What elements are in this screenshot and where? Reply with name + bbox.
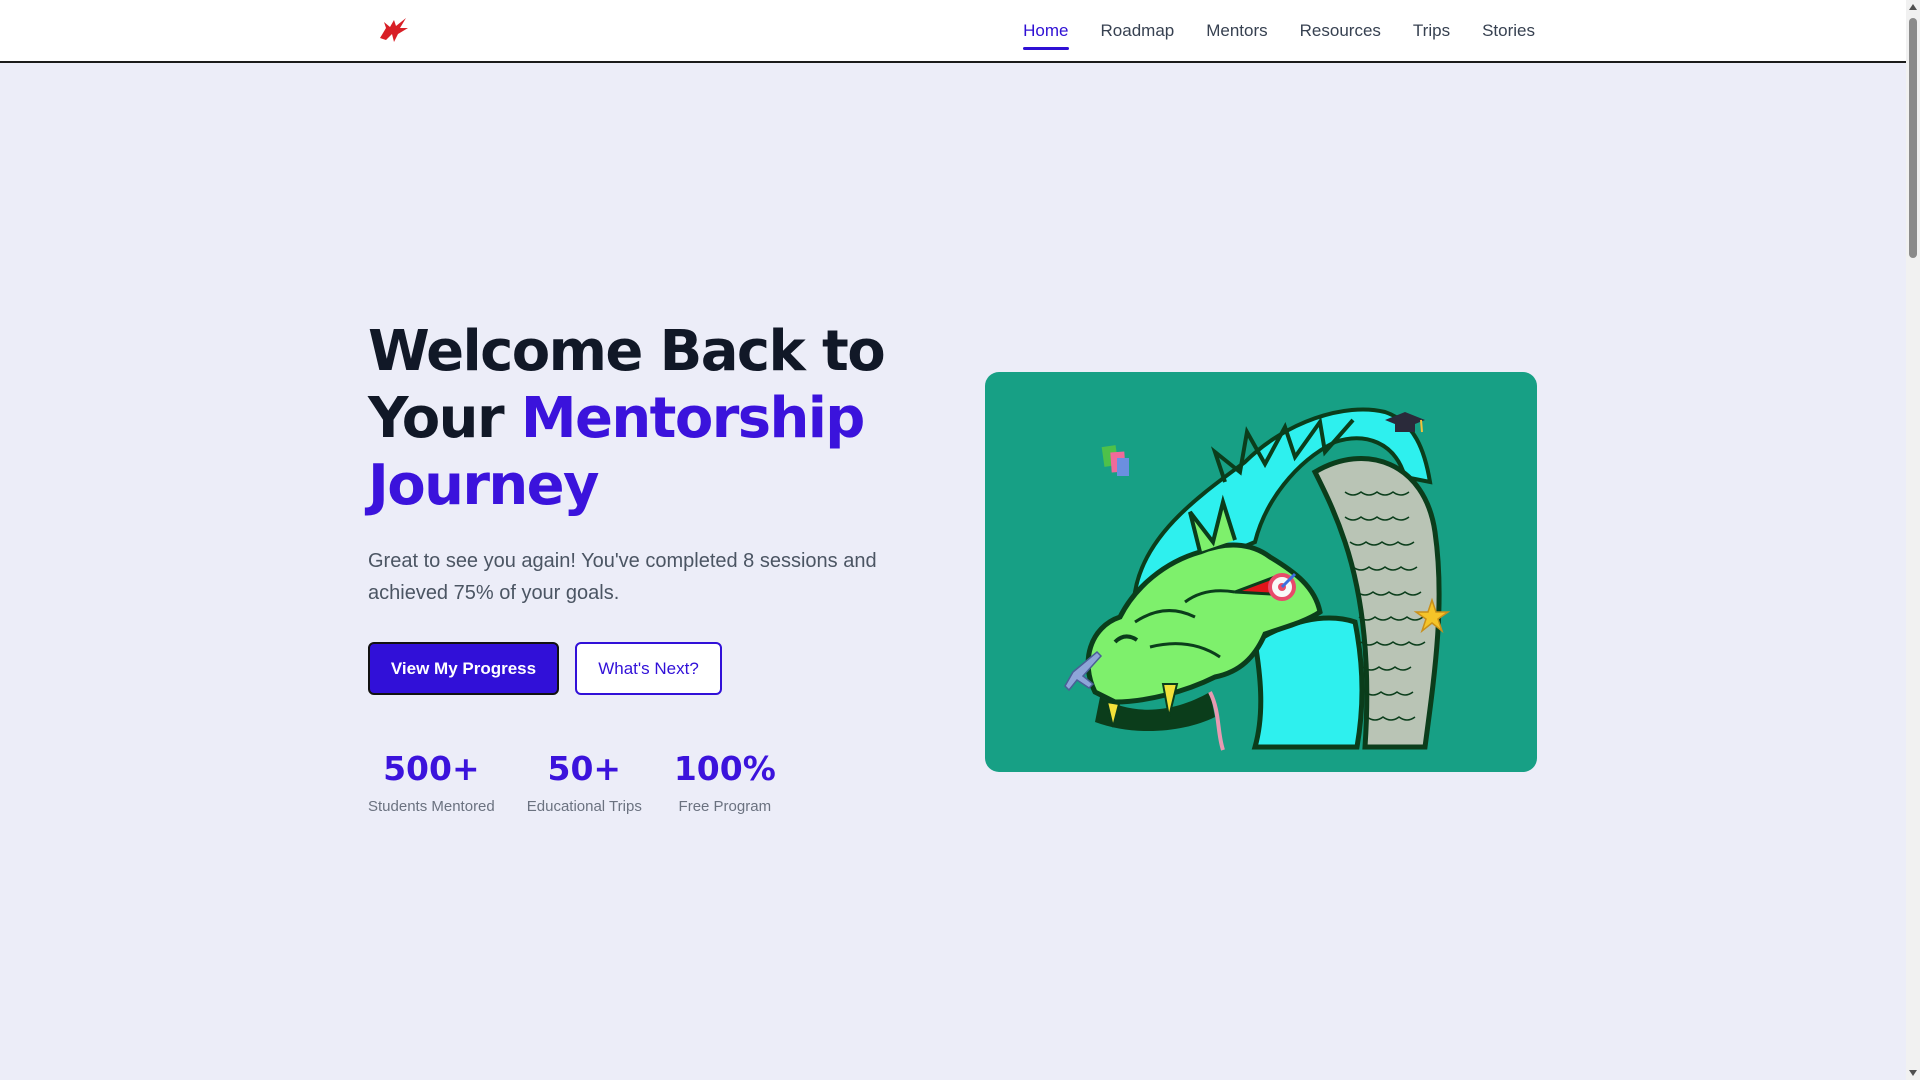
headline-line-2-prefix: Your — [368, 386, 521, 451]
whats-next-button[interactable]: What's Next? — [575, 642, 722, 695]
headline-line-1: Welcome Back to — [368, 319, 886, 384]
hero-headline: Welcome Back to Your Mentorship Journey — [368, 318, 928, 519]
scroll-up-arrow-icon[interactable] — [1909, 4, 1917, 10]
dragon-illustration-icon — [1064, 407, 1451, 751]
view-progress-button[interactable]: View My Progress — [368, 642, 559, 695]
page-scrollbar[interactable] — [1906, 0, 1920, 1080]
nav-item-roadmap[interactable]: Roadmap — [1101, 0, 1175, 62]
books-icon — [1101, 445, 1129, 476]
stat-label: Educational Trips — [526, 798, 642, 815]
stat-value: 500+ — [383, 749, 480, 788]
nav-item-mentors[interactable]: Mentors — [1206, 0, 1267, 62]
headline-accent-mentorship: Mentorship — [520, 386, 866, 451]
nav-item-resources[interactable]: Resources — [1300, 0, 1381, 62]
hero-buttons: View My Progress What's Next? — [368, 642, 722, 695]
hero-subtitle: Great to see you again! You've completed… — [368, 550, 877, 604]
stat-label: Students Mentored — [368, 798, 495, 815]
scroll-thumb[interactable] — [1909, 18, 1917, 258]
dragon-illustration — [985, 372, 1537, 772]
nav-item-home[interactable]: Home — [1023, 0, 1069, 62]
hero-section: Welcome Back to Your Mentorship Journey … — [368, 318, 928, 609]
target-icon — [1268, 572, 1297, 601]
top-navigation-bar: Home Roadmap Mentors Resources Trips Sto… — [0, 0, 1906, 63]
headline-accent-journey: Journey — [368, 453, 600, 518]
stat-label: Free Program — [678, 798, 772, 815]
stat-free: 100% Free Program — [674, 748, 776, 815]
stat-students: 500+ Students Mentored — [368, 748, 495, 815]
stat-value: 50+ — [547, 749, 622, 788]
stat-trips: 50+ Educational Trips — [527, 748, 642, 815]
main-nav: Home Roadmap Mentors Resources Trips Sto… — [991, 0, 1535, 62]
dragon-logo-icon[interactable] — [378, 16, 410, 44]
nav-item-trips[interactable]: Trips — [1413, 0, 1450, 62]
stat-value: 100% — [673, 749, 776, 788]
scroll-down-arrow-icon[interactable] — [1909, 1070, 1917, 1076]
stats-row: 500+ Students Mentored 50+ Educational T… — [368, 748, 808, 815]
nav-item-stories[interactable]: Stories — [1482, 0, 1535, 62]
